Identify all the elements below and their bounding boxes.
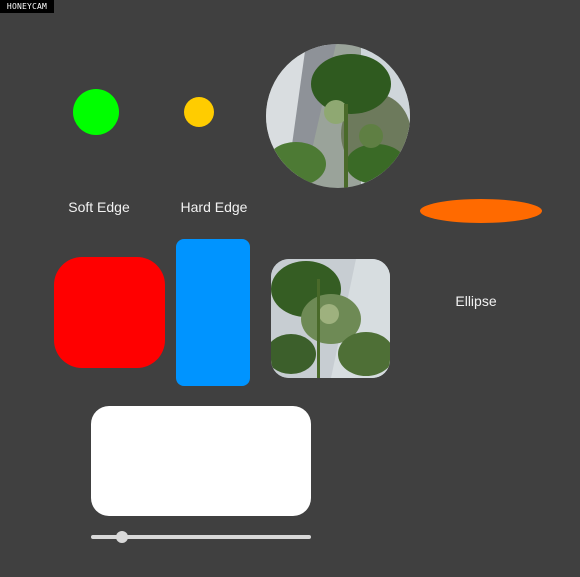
red-rounded-square bbox=[54, 257, 165, 368]
hard-edge-label: Hard Edge bbox=[180, 199, 248, 215]
circular-photo-image bbox=[266, 44, 410, 188]
corner-radius-slider[interactable] bbox=[91, 531, 311, 543]
soft-edge-label: Soft Edge bbox=[68, 199, 130, 215]
orange-ellipse bbox=[420, 199, 542, 223]
blue-rounded-rectangle bbox=[176, 239, 250, 386]
soft-edge-green-circle bbox=[73, 89, 119, 135]
hard-edge-yellow-circle bbox=[184, 97, 214, 127]
slider-thumb[interactable] bbox=[115, 531, 128, 543]
honeycam-watermark: HONEYCAM bbox=[0, 0, 54, 13]
rounded-photo-image bbox=[271, 259, 390, 378]
white-rounded-rectangle bbox=[91, 406, 311, 516]
ellipse-label: Ellipse bbox=[455, 293, 497, 309]
